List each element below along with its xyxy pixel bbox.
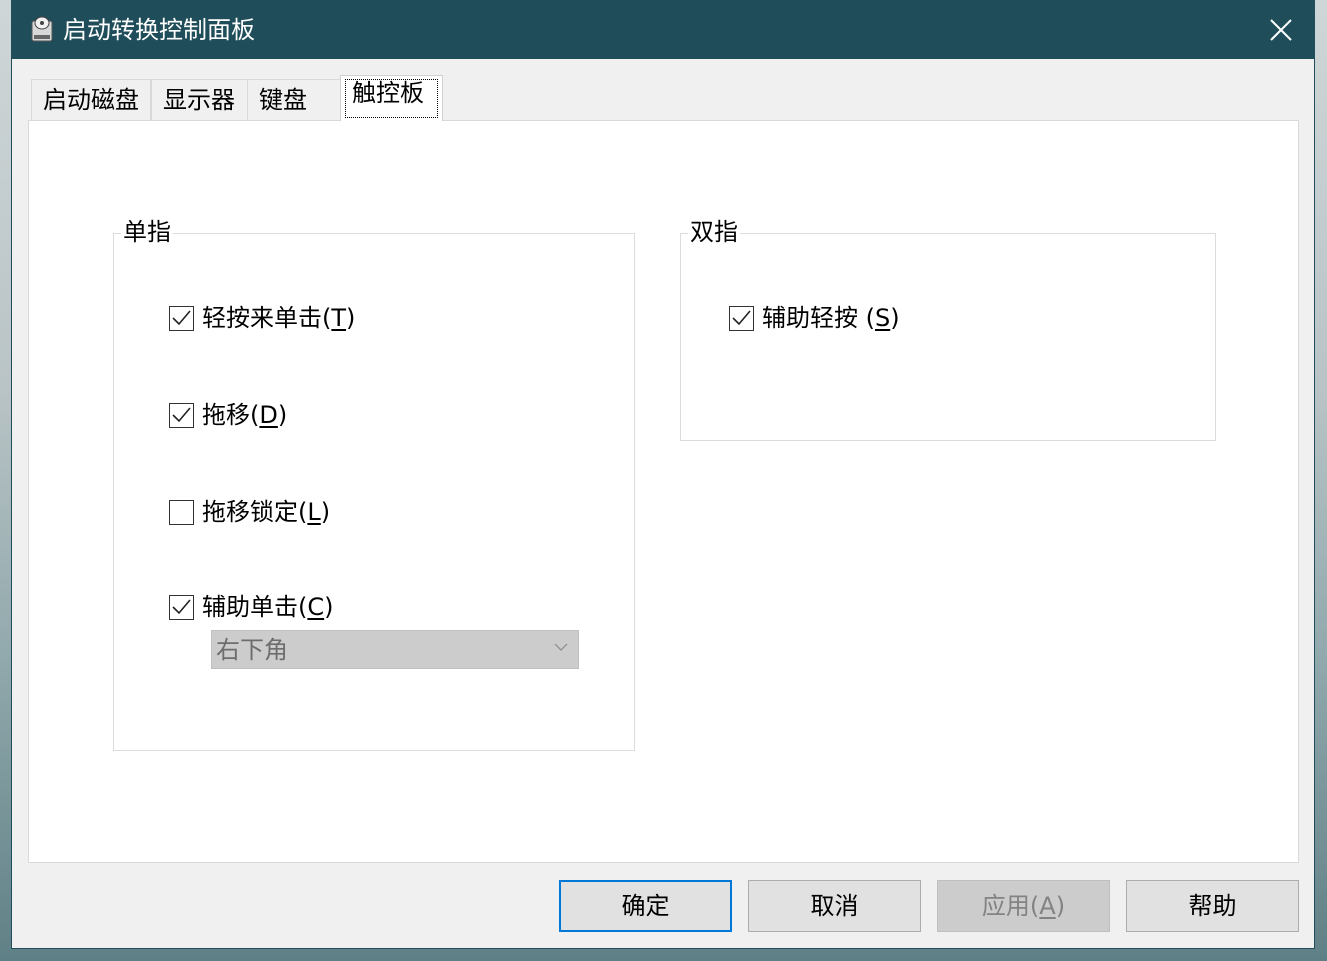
checkbox-label: 拖移(D) bbox=[202, 401, 288, 429]
checkmark-icon bbox=[732, 310, 751, 326]
two-finger-group: 双指 辅助轻按 (S) bbox=[680, 217, 1216, 441]
checkbox-box[interactable] bbox=[169, 595, 194, 620]
checkbox-label: 拖移锁定(L) bbox=[202, 498, 331, 526]
secondary-click-corner-select[interactable]: 右下角 bbox=[211, 630, 579, 669]
checkbox-label: 辅助轻按 (S) bbox=[762, 304, 900, 332]
trackpad-tab-panel: 单指 轻按来单击(T) 拖移(D) 拖移锁定(L) 辅助单击(C) 右下角 双指… bbox=[28, 120, 1299, 863]
chevron-down-icon bbox=[554, 643, 568, 651]
group-title: 单指 bbox=[121, 217, 173, 247]
tab-startup-disk[interactable]: 启动磁盘 bbox=[31, 79, 151, 120]
checkmark-icon bbox=[172, 599, 191, 615]
checkmark-icon bbox=[172, 310, 191, 326]
dropdown-selected-value: 右下角 bbox=[216, 636, 288, 664]
single-finger-group: 单指 轻按来单击(T) 拖移(D) 拖移锁定(L) 辅助单击(C) 右下角 bbox=[113, 217, 635, 751]
tab-display[interactable]: 显示器 bbox=[151, 79, 248, 120]
title-bar[interactable]: 启动转换控制面板 bbox=[12, 1, 1314, 59]
bootcamp-control-panel-window: 启动转换控制面板 启动磁盘 显示器 键盘 触控板 单指 轻按来单击(T) 拖移(… bbox=[11, 0, 1315, 949]
apply-button[interactable]: 应用(A) bbox=[937, 880, 1110, 932]
checkmark-icon bbox=[172, 407, 191, 423]
group-title: 双指 bbox=[688, 217, 740, 247]
checkbox-box[interactable] bbox=[729, 306, 754, 331]
ok-button[interactable]: 确定 bbox=[559, 880, 732, 932]
checkbox-box[interactable] bbox=[169, 403, 194, 428]
close-button[interactable] bbox=[1248, 1, 1314, 59]
checkbox-box[interactable] bbox=[169, 306, 194, 331]
help-button[interactable]: 帮助 bbox=[1126, 880, 1299, 932]
tab-label: 启动磁盘 bbox=[43, 86, 139, 114]
tab-keyboard[interactable]: 键盘 bbox=[247, 79, 341, 120]
cancel-button[interactable]: 取消 bbox=[748, 880, 921, 932]
checkbox-label: 轻按来单击(T) bbox=[202, 304, 356, 332]
checkbox-label: 辅助单击(C) bbox=[202, 593, 334, 621]
close-icon bbox=[1270, 19, 1292, 41]
window-title: 启动转换控制面板 bbox=[63, 16, 255, 44]
bootcamp-disk-icon bbox=[31, 15, 53, 43]
tab-trackpad[interactable]: 触控板 bbox=[340, 75, 443, 121]
tab-label: 显示器 bbox=[163, 86, 235, 114]
tab-label: 键盘 bbox=[259, 86, 307, 114]
checkbox-box[interactable] bbox=[169, 500, 194, 525]
tab-label: 触控板 bbox=[352, 79, 424, 107]
